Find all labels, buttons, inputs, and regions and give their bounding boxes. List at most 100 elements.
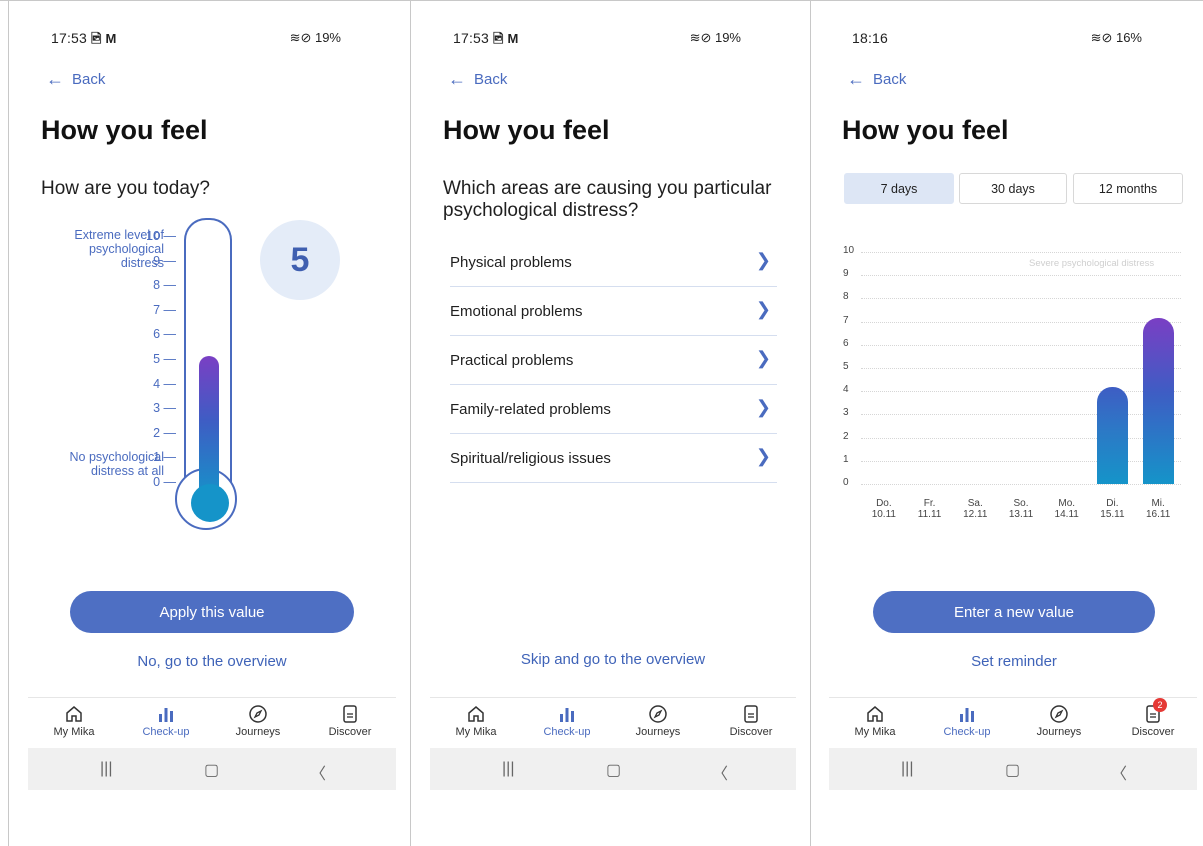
system-nav-bar: ||| ▢ 〈 bbox=[28, 748, 396, 790]
chart-gridline bbox=[861, 275, 1181, 277]
chart-gridline bbox=[861, 344, 1181, 346]
frame-divider bbox=[410, 0, 411, 846]
status-time: 17:53 🖻 M bbox=[51, 30, 117, 46]
chart-gridline bbox=[861, 437, 1181, 439]
skip-to-overview-link[interactable]: Skip and go to the overview bbox=[470, 651, 756, 668]
arrow-left-icon: ← bbox=[46, 69, 64, 89]
go-to-overview-link[interactable]: No, go to the overview bbox=[70, 653, 354, 670]
chart-gridline bbox=[861, 391, 1181, 393]
chart-bar[interactable] bbox=[1097, 387, 1129, 484]
chart-gridline bbox=[861, 321, 1181, 323]
arrow-left-icon: ← bbox=[448, 69, 466, 89]
y-tick-label: 5 bbox=[843, 361, 849, 372]
recent-apps-icon[interactable]: ||| bbox=[100, 760, 112, 778]
bottom-nav: My Mika Check-up Journeys Discover bbox=[430, 697, 796, 748]
home-icon bbox=[867, 706, 883, 722]
bar-chart-icon bbox=[159, 708, 173, 722]
chart-bar[interactable] bbox=[1143, 317, 1175, 484]
status-bar: 17:53 🖻 M ≋⊘ 19% bbox=[430, 24, 796, 54]
chevron-right-icon: ❯ bbox=[755, 250, 771, 270]
nav-item-my-mika[interactable]: My Mika bbox=[436, 704, 516, 738]
page-title: How you feel bbox=[41, 115, 208, 145]
y-tick-label: 2 bbox=[843, 430, 849, 442]
y-tick-label: 9 bbox=[843, 268, 849, 280]
system-nav-bar: ||| ▢ 〈 bbox=[829, 748, 1197, 790]
category-item[interactable]: Spiritual/religious issues ❯ bbox=[450, 434, 777, 483]
back-button[interactable]: ← Back bbox=[46, 70, 105, 88]
question-text: How are you today? bbox=[41, 178, 210, 199]
bottom-nav: My Mika Check-up Journeys Discover 2 bbox=[829, 697, 1197, 748]
thermometer-bulb-fill bbox=[191, 484, 229, 522]
chevron-right-icon: ❯ bbox=[755, 397, 771, 417]
recent-apps-icon[interactable]: ||| bbox=[502, 760, 514, 778]
page-title: How you feel bbox=[443, 115, 610, 145]
home-icon bbox=[66, 706, 82, 722]
nav-item-my-mika[interactable]: My Mika bbox=[34, 704, 114, 738]
distress-chart: 0 1 2 3 4 5 6 7 8 9 10 Severe psychological distres… bbox=[829, 0, 1197, 600]
nav-item-discover[interactable]: Discover bbox=[310, 704, 390, 738]
compass-icon bbox=[249, 705, 267, 723]
back-label: Back bbox=[72, 70, 106, 88]
scale-tick-label: 3 — bbox=[153, 401, 176, 416]
chart-gridline bbox=[861, 484, 1181, 485]
back-nav-icon[interactable]: 〈 bbox=[1111, 760, 1127, 784]
nav-item-discover[interactable]: Discover 2 bbox=[1113, 698, 1193, 738]
set-reminder-link[interactable]: Set reminder bbox=[873, 653, 1155, 670]
chart-gridline bbox=[861, 252, 1181, 253]
thermometer-fill[interactable] bbox=[199, 356, 219, 500]
y-tick-label: 1 bbox=[843, 453, 849, 465]
x-tick-label: Di. 15.11 bbox=[1100, 498, 1125, 520]
category-item[interactable]: Practical problems ❯ bbox=[450, 336, 777, 385]
bar-chart-icon bbox=[960, 708, 974, 722]
severe-threshold-label: Severe psychological distress bbox=[1029, 257, 1155, 269]
category-item[interactable]: Emotional problems ❯ bbox=[450, 287, 777, 336]
x-tick-label: Sa. 12.11 bbox=[963, 498, 988, 520]
compass-icon bbox=[1050, 705, 1068, 723]
back-nav-icon[interactable]: 〈 bbox=[712, 760, 728, 784]
chart-gridline bbox=[861, 368, 1181, 369]
y-tick-label: 3 bbox=[843, 407, 849, 419]
nav-item-journeys[interactable]: Journeys bbox=[1019, 704, 1099, 738]
home-button-icon[interactable]: ▢ bbox=[204, 760, 219, 780]
screen-distress-areas: 17:53 🖻 M ≋⊘ 19% ← Back How you feel Whic… bbox=[430, 0, 796, 846]
question-text: Which areas are causing you particular p… bbox=[443, 178, 772, 221]
nav-item-my-mika[interactable]: My Mika bbox=[835, 704, 915, 738]
scale-tick-label: 5 — bbox=[153, 352, 176, 366]
category-item[interactable]: Family-related problems ❯ bbox=[450, 385, 777, 434]
nav-item-check-up[interactable]: Check-up bbox=[527, 704, 607, 738]
scale-tick-label: 4 — bbox=[153, 376, 176, 391]
selected-value-badge: 5 bbox=[260, 220, 340, 300]
status-battery: ≋⊘ 19% bbox=[689, 30, 741, 45]
document-icon bbox=[744, 705, 758, 723]
recent-apps-icon[interactable]: ||| bbox=[901, 760, 913, 778]
scale-tick-label: 0 — bbox=[153, 475, 176, 489]
scale-tick-label: 10 — bbox=[146, 229, 176, 243]
category-item[interactable]: Physical problems ❯ bbox=[450, 238, 777, 287]
home-button-icon[interactable]: ▢ bbox=[1005, 760, 1020, 780]
status-battery: ≋⊘ 19% bbox=[289, 30, 341, 45]
y-tick-label: 10 bbox=[843, 245, 855, 256]
nav-item-check-up[interactable]: Check-up bbox=[927, 704, 1007, 738]
frame-divider bbox=[810, 0, 811, 846]
apply-value-button[interactable]: Apply this value bbox=[70, 591, 354, 633]
notification-badge: 2 bbox=[1153, 698, 1167, 712]
chevron-right-icon: ❯ bbox=[755, 299, 771, 319]
frame-divider bbox=[8, 0, 9, 846]
scale-tick-label: 6 — bbox=[153, 327, 176, 342]
y-tick-label: 6 bbox=[843, 337, 849, 349]
nav-item-check-up[interactable]: Check-up bbox=[126, 704, 206, 738]
home-button-icon[interactable]: ▢ bbox=[606, 760, 621, 780]
x-tick-label: Mo. 14.11 bbox=[1054, 498, 1079, 520]
bar-chart-icon bbox=[560, 708, 574, 722]
chevron-right-icon: ❯ bbox=[755, 348, 771, 368]
back-nav-icon[interactable]: 〈 bbox=[310, 760, 326, 784]
home-icon bbox=[468, 706, 484, 722]
back-button[interactable]: ← Back bbox=[448, 70, 507, 88]
x-tick-label: So. 13.11 bbox=[1008, 498, 1034, 520]
nav-item-journeys[interactable]: Journeys bbox=[218, 704, 298, 738]
nav-item-discover[interactable]: Discover bbox=[711, 704, 791, 738]
enter-new-value-button[interactable]: Enter a new value bbox=[873, 591, 1155, 633]
nav-item-journeys[interactable]: Journeys bbox=[618, 704, 698, 738]
y-tick-label: 7 bbox=[843, 314, 849, 326]
document-icon bbox=[343, 705, 357, 723]
